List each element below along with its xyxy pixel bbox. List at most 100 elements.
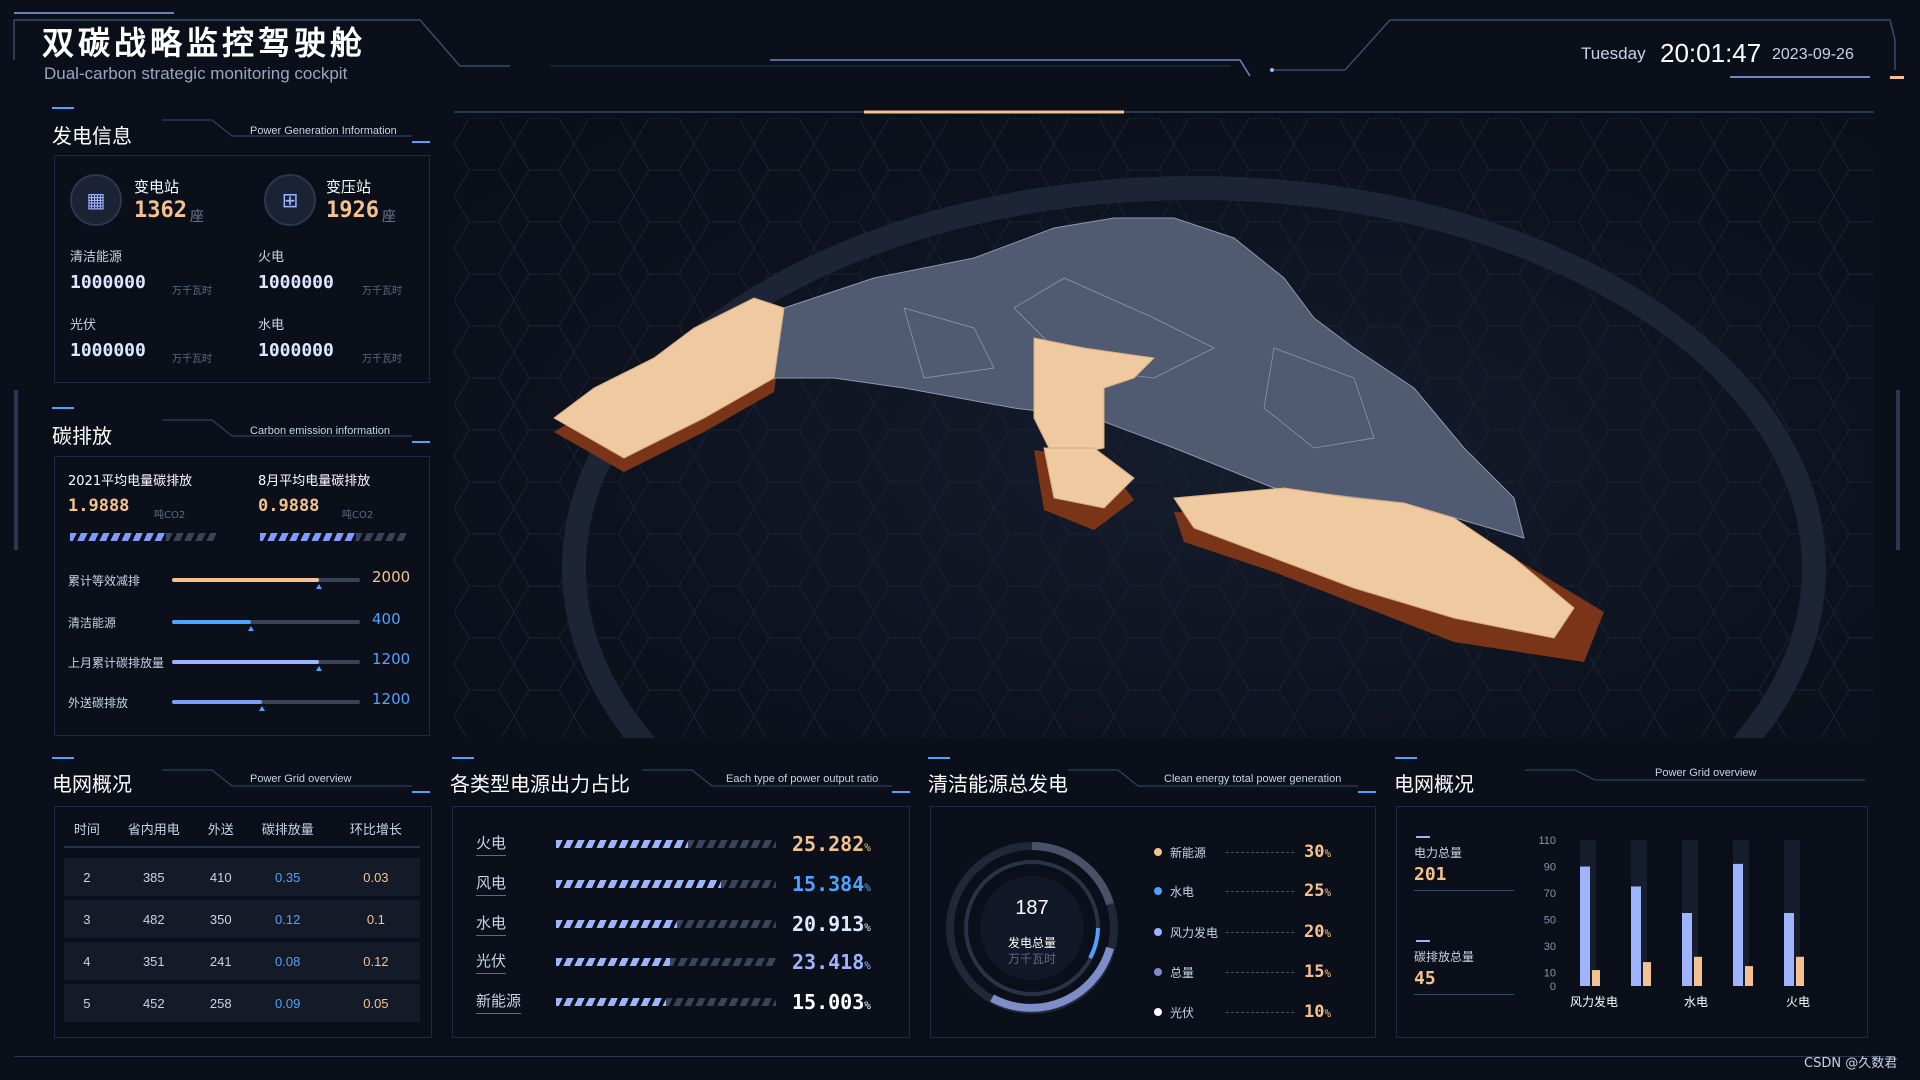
grid-overview-title: 电网概况 — [1394, 772, 1474, 796]
bar-mark — [1631, 886, 1641, 986]
table-cell: 0.12 — [243, 898, 332, 942]
power-total-value: 201 — [1414, 864, 1447, 885]
carbon-bar-fill — [172, 700, 262, 704]
legend-dash — [1226, 852, 1294, 853]
table-cell: 350 — [197, 898, 244, 942]
legend-value: 20% — [1304, 922, 1331, 942]
legend-value-percent: % — [1324, 1007, 1332, 1020]
ratio-value-percent: % — [864, 999, 871, 1012]
grid-table-header[interactable]: 环比增长 — [331, 810, 420, 848]
right-frame-accent — [1896, 390, 1900, 550]
legend-value-number: 30 — [1304, 842, 1325, 862]
carbon-panel-subtitle: Carbon emission information — [250, 425, 391, 437]
carbon-avg-2021-label: 2021平均电量碳排放 — [68, 474, 193, 489]
transformer-unit: 座 — [382, 209, 396, 225]
ratio-value-number: 20.913 — [792, 912, 865, 936]
carbon-bar-value: 1200 — [372, 650, 411, 668]
ratio-bar-track — [677, 920, 776, 928]
carbon-bar-marker — [316, 584, 322, 589]
clean-ring-chart[interactable] — [942, 838, 1122, 1018]
table-row[interactable]: 3 482 350 0.12 0.1 — [64, 898, 420, 942]
clean-panel-subtitle: Clean energy total power generation — [1164, 773, 1342, 785]
grid-bar-chart[interactable]: 110 90 70 50 30 100 风力发电 水电 火电 — [1530, 830, 1860, 1020]
grid-table-header[interactable]: 省内用电 — [109, 810, 198, 848]
table-cell: 0.1 — [331, 898, 420, 942]
substation-unit: 座 — [190, 209, 204, 225]
stat-label-clean: 清洁能源 — [70, 250, 123, 265]
legend-dot — [1154, 1008, 1162, 1016]
bar-mark — [1784, 913, 1794, 986]
table-cell: 0.08 — [243, 940, 332, 984]
map-area[interactable] — [454, 118, 1874, 738]
ratio-value-number: 23.418 — [792, 950, 865, 974]
bar-mark — [1796, 956, 1804, 986]
transformer-label: 变压站 — [326, 178, 372, 196]
legend-label: 风力发电 — [1170, 926, 1219, 940]
power-panel-title: 发电信息 — [52, 124, 132, 148]
ratio-value-percent: % — [864, 841, 871, 854]
substation-value: 1362 — [134, 198, 187, 223]
table-cell: 2 — [64, 858, 110, 900]
bottom-frame-line — [14, 1056, 1894, 1057]
substation-icon: ▦ — [70, 174, 122, 226]
ratio-bar-track — [688, 840, 776, 848]
legend-value-percent: % — [1324, 847, 1332, 860]
ratio-value-number: 15.384 — [792, 872, 865, 896]
ratio-bar-fill — [556, 880, 721, 888]
y-tick-label: 90 — [1544, 862, 1556, 874]
grid-table-header[interactable]: 时间 — [64, 810, 110, 848]
y-tick-label: 30 — [1544, 941, 1556, 953]
left-frame-accent — [14, 390, 18, 550]
carbon-avg-2021-unit: 吨CO2 — [154, 510, 186, 521]
bar-mark — [1733, 863, 1743, 986]
stat-unit-hydro: 万千瓦时 — [362, 354, 402, 365]
transformer-value: 1926 — [326, 198, 379, 223]
stat-value-hydro: 1000000 — [258, 340, 334, 361]
y-tick-label: 50 — [1544, 915, 1556, 927]
table-cell: 0.03 — [331, 858, 420, 900]
page-subtitle: Dual-carbon strategic monitoring cockpit — [44, 64, 348, 83]
x-tick-label: 风力发电 — [1570, 994, 1618, 1009]
bar-mark — [1580, 866, 1590, 986]
legend-value-percent: % — [1324, 886, 1332, 899]
carbon-bar-fill — [172, 578, 319, 582]
grid-table-subtitle: Power Grid overview — [250, 773, 352, 785]
carbon-avg-aug-label: 8月平均电量碳排放 — [258, 474, 371, 489]
stat-value-pv: 1000000 — [70, 340, 146, 361]
legend-dash — [1226, 1012, 1294, 1013]
table-cell: 0.35 — [243, 858, 332, 900]
ratio-type-label: 火电 — [476, 832, 507, 856]
carbon-bar-label: 外送碳排放 — [68, 696, 129, 710]
carbon-avg-aug-stripe-rest — [356, 533, 406, 541]
stat-label-pv: 光伏 — [70, 318, 97, 333]
table-cell: 482 — [109, 898, 198, 942]
carbon-avg-aug-stripe — [260, 533, 356, 541]
carbon-bar-marker — [248, 626, 254, 631]
stat-unit-clean: 万千瓦时 — [172, 286, 212, 297]
ratio-value: 25.282% — [792, 832, 871, 856]
page-title: 双碳战略监控驾驶舱 — [42, 24, 367, 62]
table-row[interactable]: 4 351 241 0.08 0.12 — [64, 940, 420, 984]
table-cell: 385 — [109, 858, 198, 900]
ratio-bar-track — [670, 958, 776, 966]
carbon-total-value: 45 — [1414, 968, 1436, 989]
ratio-type-label: 风电 — [476, 872, 507, 896]
stat-label-thermal: 火电 — [258, 250, 285, 265]
ratio-bar-fill — [556, 958, 670, 966]
ratio-value-percent: % — [864, 921, 871, 934]
legend-value: 25% — [1304, 881, 1331, 901]
grid-table-header[interactable]: 碳排放量 — [243, 810, 332, 848]
table-row[interactable]: 5 452 258 0.09 0.05 — [64, 982, 420, 1026]
grid-table-header[interactable]: 外送 — [197, 810, 244, 848]
x-tick-label: 水电 — [1684, 995, 1708, 1009]
carbon-bar-label: 上月累计碳排放量 — [68, 656, 165, 670]
carbon-bar-label: 清洁能源 — [68, 616, 117, 630]
ratio-value-number: 15.003 — [792, 990, 865, 1014]
carbon-avg-2021-value: 1.9888 — [68, 496, 130, 516]
grid-table: 时间 省内用电 外送 碳排放量 环比增长 2 385 410 0.35 0.03… — [64, 810, 420, 1026]
carbon-bar-value: 1200 — [372, 690, 411, 708]
ratio-bar-track — [666, 998, 776, 1006]
table-cell: 0.12 — [331, 940, 420, 984]
ratio-type-label: 新能源 — [476, 990, 522, 1014]
table-row[interactable]: 2 385 410 0.35 0.03 — [64, 858, 420, 900]
